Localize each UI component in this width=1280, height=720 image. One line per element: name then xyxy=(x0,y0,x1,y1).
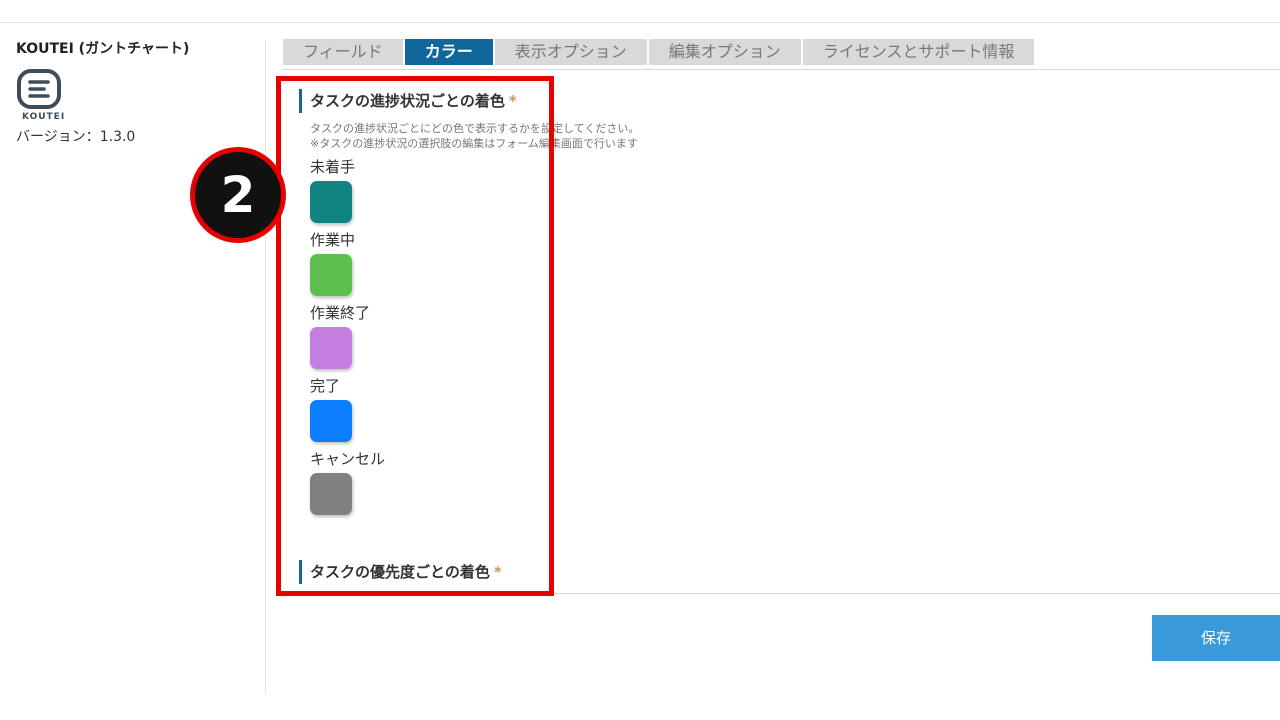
tab-divider xyxy=(283,69,1280,70)
logo-wordmark: KOUTEI xyxy=(22,112,66,122)
settings-tabs: フィールド カラー 表示オプション 編集オプション ライセンスとサポート情報 xyxy=(283,39,1036,65)
annotation-step-badge: 2 xyxy=(190,147,286,243)
koutei-logo-icon xyxy=(17,69,61,109)
sidebar-divider xyxy=(265,40,266,694)
plugin-sidebar: KOUTEI (ガントチャート) KOUTEI バージョン：1.3.0 xyxy=(16,40,256,146)
tab-fields[interactable]: フィールド xyxy=(283,39,403,65)
annotation-highlight-box xyxy=(276,76,554,596)
version-label: バージョン：1.3.0 xyxy=(16,129,136,145)
koutei-logo: KOUTEI xyxy=(16,68,76,122)
tab-color[interactable]: カラー xyxy=(404,39,493,65)
tab-display-options[interactable]: 表示オプション xyxy=(494,39,647,65)
settings-page: KOUTEI (ガントチャート) KOUTEI バージョン：1.3.0 フィール… xyxy=(0,0,1280,720)
save-button[interactable]: 保存 xyxy=(1152,615,1280,661)
tab-edit-options[interactable]: 編集オプション xyxy=(648,39,801,65)
tab-license-support[interactable]: ライセンスとサポート情報 xyxy=(802,39,1035,65)
top-divider xyxy=(0,22,1280,23)
app-name: KOUTEI (ガントチャート) xyxy=(16,41,190,57)
